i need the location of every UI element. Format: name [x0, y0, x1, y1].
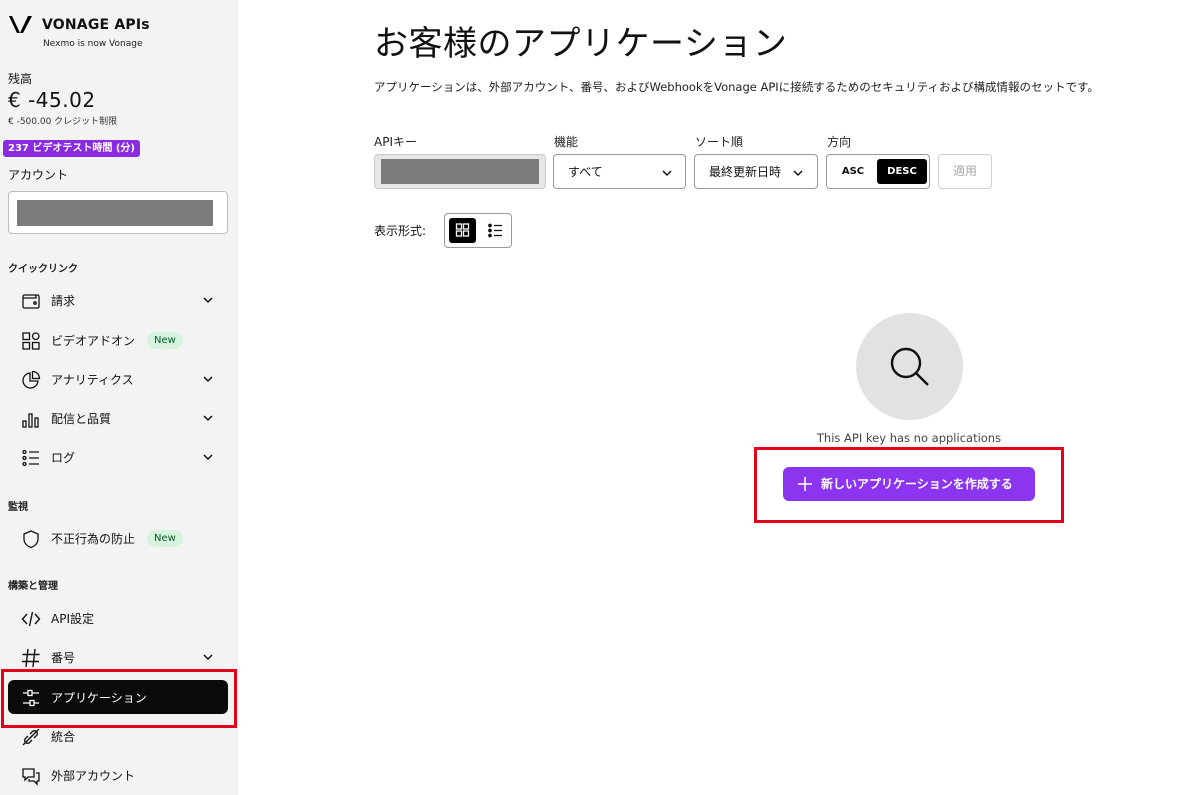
- sort-select-value: 最終更新日時: [709, 165, 782, 179]
- direction-toggle: ASC DESC: [826, 154, 930, 189]
- brand-name: VONAGE APIs: [42, 17, 150, 33]
- empty-state-illustration: [856, 313, 963, 420]
- apply-button[interactable]: 適用: [938, 154, 992, 189]
- feature-select[interactable]: すべて: [553, 154, 686, 189]
- balance-label: 残高: [8, 72, 33, 86]
- section-monitoring: 監視: [8, 502, 28, 513]
- account-name-redacted: [17, 200, 213, 226]
- grid-view-button[interactable]: [449, 218, 476, 243]
- direction-label: 方向: [827, 135, 852, 149]
- sidebar-item-logs[interactable]: ログ: [8, 440, 228, 474]
- sidebar-item-label: 外部アカウント: [51, 769, 136, 783]
- chat-icon: [22, 768, 40, 786]
- hash-icon: [22, 648, 40, 668]
- highlight-box-create-button: [754, 447, 1064, 523]
- chevron-down-icon: [203, 415, 213, 422]
- list-view-button[interactable]: [482, 218, 509, 243]
- video-minutes-badge: 237 ビデオテスト時間 (分): [3, 140, 140, 157]
- sidebar-item-billing[interactable]: 請求: [8, 283, 228, 317]
- code-icon: [21, 611, 41, 627]
- empty-state-text: This API key has no applications: [816, 431, 1002, 445]
- sidebar-item-label: 不正行為の防止: [51, 532, 136, 546]
- sidebar-item-fraud-prevention[interactable]: 不正行為の防止 New: [8, 521, 228, 555]
- link-icon: [22, 728, 40, 746]
- new-badge: New: [147, 332, 183, 349]
- sidebar-item-label: アナリティクス: [51, 373, 134, 387]
- shield-icon: [23, 530, 39, 549]
- chevron-down-icon: [203, 376, 213, 383]
- api-key-redacted: [381, 159, 539, 184]
- list-icon: [488, 223, 502, 238]
- sidebar-item-label: API設定: [51, 612, 94, 626]
- sidebar-item-label: 統合: [51, 730, 76, 744]
- credit-limit: € -500.00 クレジット制限: [8, 117, 118, 127]
- account-selector[interactable]: [8, 191, 228, 234]
- view-format-label: 表示形式:: [374, 224, 427, 238]
- asc-button[interactable]: ASC: [831, 159, 875, 184]
- api-key-select[interactable]: [374, 154, 546, 189]
- chevron-down-icon: [203, 454, 213, 461]
- feature-label: 機能: [554, 135, 579, 149]
- grid-icon: [455, 223, 470, 237]
- section-quick-links: クイックリンク: [8, 264, 78, 275]
- list-icon: [22, 449, 39, 467]
- wallet-icon: [22, 294, 40, 309]
- pie-chart-icon: [22, 370, 41, 389]
- feature-select-value: すべて: [568, 165, 603, 179]
- sidebar-item-label: 番号: [51, 651, 76, 665]
- sidebar-item-api-settings[interactable]: API設定: [8, 601, 228, 635]
- new-badge: New: [147, 530, 183, 547]
- highlight-box-applications: [1, 669, 237, 728]
- grid-add-icon: [22, 332, 40, 350]
- sidebar-item-analytics[interactable]: アナリティクス: [8, 362, 228, 396]
- account-label: アカウント: [8, 168, 69, 182]
- sort-select[interactable]: 最終更新日時: [694, 154, 818, 189]
- chevron-down-icon: [793, 170, 803, 177]
- view-format-toggle: [444, 213, 512, 248]
- sidebar-item-label: ビデオアドオン: [51, 334, 136, 348]
- brand-subtitle: Nexmo is now Vonage: [43, 39, 143, 49]
- chevron-down-icon: [203, 654, 213, 661]
- desc-button[interactable]: DESC: [877, 159, 927, 184]
- api-key-label: APIキー: [374, 135, 417, 149]
- bar-chart-icon: [22, 413, 39, 428]
- page-title: お客様のアプリケーション: [374, 24, 788, 64]
- section-build-manage: 構築と管理: [8, 581, 58, 592]
- balance-amount: € -45.02: [8, 88, 96, 112]
- sort-label: ソート順: [695, 135, 744, 149]
- sidebar-item-external-accounts[interactable]: 外部アカウント: [8, 758, 228, 792]
- search-icon: [890, 347, 929, 386]
- vonage-logo-icon: [9, 16, 32, 33]
- sidebar-item-label: 配信と品質: [51, 412, 112, 426]
- chevron-down-icon: [203, 297, 213, 304]
- sidebar-item-delivery-quality[interactable]: 配信と品質: [8, 401, 228, 435]
- sidebar-item-label: ログ: [51, 451, 76, 465]
- sidebar-item-label: 請求: [51, 294, 76, 308]
- page-description: アプリケーションは、外部アカウント、番号、およびWebhookをVonage A…: [374, 80, 1099, 94]
- chevron-down-icon: [662, 170, 672, 177]
- sidebar-item-video-addons[interactable]: ビデオアドオン New: [8, 323, 228, 357]
